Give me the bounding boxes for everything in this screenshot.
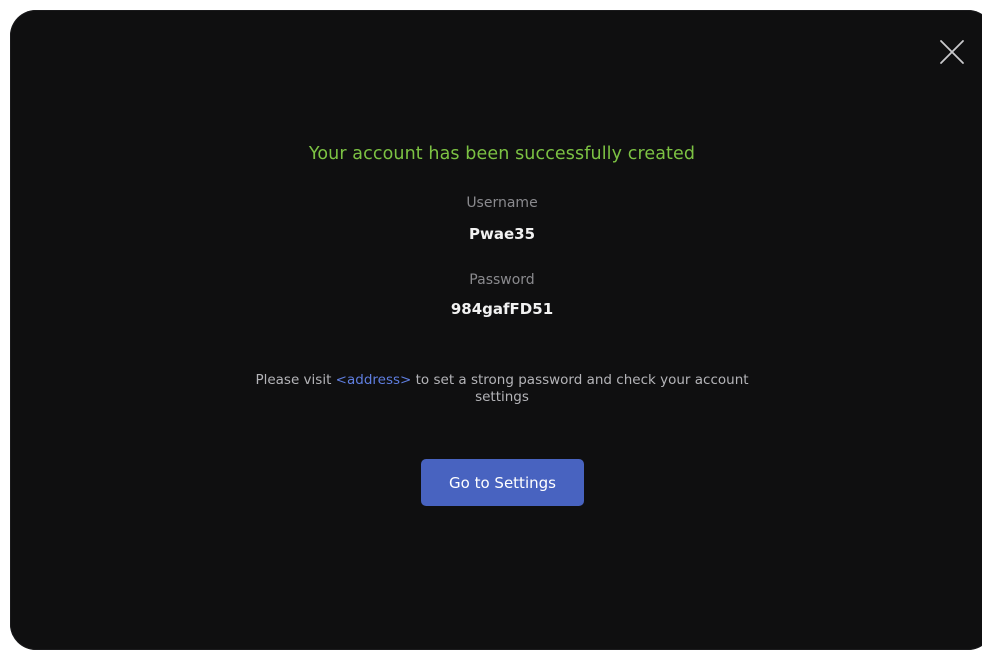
info-prefix: Please visit bbox=[255, 372, 336, 388]
success-title: Your account has been successfully creat… bbox=[308, 144, 696, 164]
close-button[interactable] bbox=[937, 37, 967, 67]
info-suffix: to set a strong password and check your … bbox=[411, 372, 749, 405]
username-label: Username bbox=[466, 195, 538, 211]
username-value: Pwae35 bbox=[468, 225, 536, 243]
info-text: Please visit <address> to set a strong p… bbox=[242, 372, 762, 406]
address-link[interactable]: <address> bbox=[336, 372, 412, 388]
account-created-dialog: Your account has been successfully creat… bbox=[10, 10, 982, 650]
go-to-settings-button[interactable]: Go to Settings bbox=[421, 459, 584, 506]
password-value: 984gafFD51 bbox=[450, 300, 554, 318]
password-label: Password bbox=[469, 272, 535, 288]
close-icon bbox=[940, 40, 964, 64]
